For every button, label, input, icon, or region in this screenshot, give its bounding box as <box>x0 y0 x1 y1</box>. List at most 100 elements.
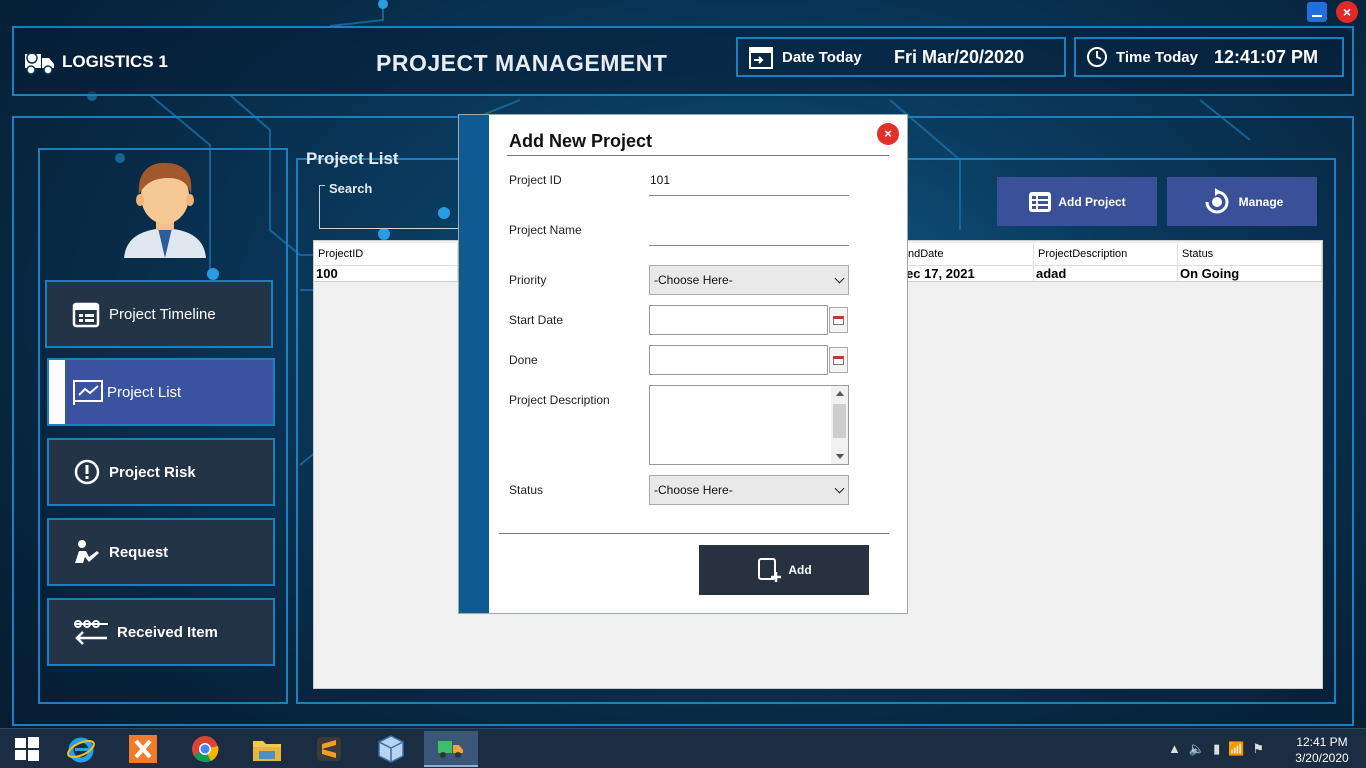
sidebar-item-label: Project Timeline <box>109 305 216 323</box>
system-tray: ▲ 🔈 ▮ 📶 ⚑ <box>1168 741 1264 757</box>
sidebar-item-request[interactable]: Request <box>47 518 275 586</box>
sidebar-item-label: Project List <box>107 383 182 401</box>
sidebar-item-label: Request <box>109 543 169 561</box>
add-button[interactable]: Add <box>699 545 869 595</box>
cell-project-id: 100 <box>314 266 458 281</box>
divider <box>507 155 889 156</box>
virtual-box-icon <box>378 735 404 763</box>
project-id-underline <box>649 195 849 196</box>
avatar <box>124 162 206 258</box>
cell-description: adad <box>1034 266 1178 281</box>
sidebar-item-received-item[interactable]: Received Item <box>47 598 275 666</box>
tray-expand-icon[interactable]: ▲ <box>1168 741 1181 757</box>
status-select[interactable]: -Choose Here- <box>649 475 849 505</box>
start-date-input[interactable] <box>649 305 828 335</box>
description-label: Project Description <box>509 393 610 407</box>
app-logo: LOGISTICS 1 <box>24 48 168 76</box>
cell-end-date: ec 17, 2021 <box>904 266 1034 281</box>
volume-icon[interactable]: 🔈 <box>1189 741 1205 757</box>
clock-time: 12:41 PM <box>1296 735 1348 749</box>
date-display: Date Today Fri Mar/20/2020 <box>736 37 1066 77</box>
sidebar-item-project-list[interactable]: Project List <box>47 358 275 426</box>
taskbar-clock[interactable]: 12:41 PM 3/20/2020 <box>1290 734 1354 766</box>
sidebar-item-project-risk[interactable]: Project Risk <box>47 438 275 506</box>
status-label: Status <box>509 483 544 497</box>
chart-board-icon <box>73 380 103 405</box>
project-id-label: Project ID <box>509 173 562 187</box>
add-project-dialog: Add New Project × Project ID 101 Project… <box>458 114 908 614</box>
taskbar-app-logistics[interactable] <box>424 731 478 767</box>
taskbar: ▲ 🔈 ▮ 📶 ⚑ 12:41 PM 3/20/2020 <box>0 728 1366 768</box>
taskbar-app-chrome[interactable] <box>178 731 232 767</box>
date-value: Fri Mar/20/2020 <box>894 46 1025 67</box>
windows-logo-icon <box>15 737 39 761</box>
project-name-label: Project Name <box>509 223 582 237</box>
page-title: Project List <box>306 149 399 168</box>
dialog-title: Add New Project <box>509 131 653 151</box>
truck-icon <box>25 52 54 75</box>
column-header-status[interactable]: Status <box>1178 243 1322 265</box>
start-button[interactable] <box>0 731 54 767</box>
taskbar-app-internet-explorer[interactable] <box>54 731 108 767</box>
time-value: 12:41:07 PM <box>1214 46 1319 67</box>
scroll-down-icon[interactable] <box>836 454 844 459</box>
battery-icon[interactable]: ▮ <box>1213 741 1220 757</box>
cell-status: On Going <box>1178 266 1322 281</box>
chrome-icon <box>192 736 219 763</box>
priority-select[interactable]: -Choose Here- <box>649 265 849 295</box>
project-name-field[interactable] <box>649 245 849 246</box>
calendar-picker-icon[interactable] <box>829 347 848 373</box>
flag-icon[interactable]: ⚑ <box>1252 741 1264 757</box>
search-label: Search <box>329 181 373 196</box>
person-request-icon <box>75 540 99 563</box>
app-title: PROJECT MANAGEMENT <box>376 50 668 76</box>
sublime-text-icon <box>317 737 341 761</box>
description-textarea[interactable] <box>649 385 849 465</box>
chevron-down-icon <box>834 483 845 494</box>
sidebar-item-label: Project Risk <box>109 463 196 481</box>
scroll-up-icon[interactable] <box>836 391 844 396</box>
priority-selected-value: -Choose Here- <box>654 273 733 287</box>
add-label: Add <box>788 563 812 577</box>
sidebar-item-project-timeline[interactable]: Project Timeline <box>45 280 273 348</box>
status-selected-value: -Choose Here- <box>654 483 733 497</box>
calendar-icon <box>749 47 773 69</box>
time-display: Time Today 12:41:07 PM <box>1074 37 1344 77</box>
add-project-button[interactable]: Add Project <box>997 177 1157 226</box>
scrollbar[interactable] <box>831 386 848 464</box>
logo-text: LOGISTICS 1 <box>62 52 168 71</box>
project-id-field[interactable]: 101 <box>650 173 670 187</box>
scroll-thumb[interactable] <box>833 404 846 438</box>
done-date-input[interactable] <box>649 345 828 375</box>
close-window-button[interactable]: × <box>1336 1 1358 23</box>
column-header-description[interactable]: ProjectDescription <box>1034 243 1178 265</box>
taskbar-app-xampp[interactable] <box>116 731 170 767</box>
network-icon[interactable]: 📶 <box>1228 741 1244 757</box>
taskbar-app-file-explorer[interactable] <box>240 731 294 767</box>
xampp-icon <box>129 735 157 763</box>
sidebar-item-label: Received Item <box>117 623 218 641</box>
chevron-down-icon <box>834 273 845 284</box>
refresh-gear-icon <box>1205 187 1229 213</box>
priority-label: Priority <box>509 273 547 287</box>
folder-icon <box>253 741 281 761</box>
internet-explorer-icon <box>67 737 95 763</box>
received-arrow-icon <box>74 620 108 645</box>
minimize-icon[interactable] <box>1307 2 1327 22</box>
calendar-picker-icon[interactable] <box>829 307 848 333</box>
time-label: Time Today <box>1116 48 1198 66</box>
column-header-end-date[interactable]: ndDate <box>904 243 1034 265</box>
truck-icon <box>438 741 463 758</box>
taskbar-app-virtualbox[interactable] <box>364 731 418 767</box>
taskbar-app-sublime[interactable] <box>302 731 356 767</box>
divider <box>499 533 889 534</box>
clock-icon <box>1087 47 1107 67</box>
clock-date: 3/20/2020 <box>1295 751 1349 765</box>
add-project-label: Add Project <box>1058 194 1126 209</box>
done-label: Done <box>509 353 538 367</box>
column-header-project-id[interactable]: ProjectID <box>314 243 458 265</box>
header-bar: LOGISTICS 1 PROJECT MANAGEMENT Date Toda… <box>12 26 1354 96</box>
close-dialog-button[interactable]: × <box>877 123 899 145</box>
manage-button[interactable]: Manage <box>1167 177 1317 226</box>
date-label: Date Today <box>782 48 862 66</box>
